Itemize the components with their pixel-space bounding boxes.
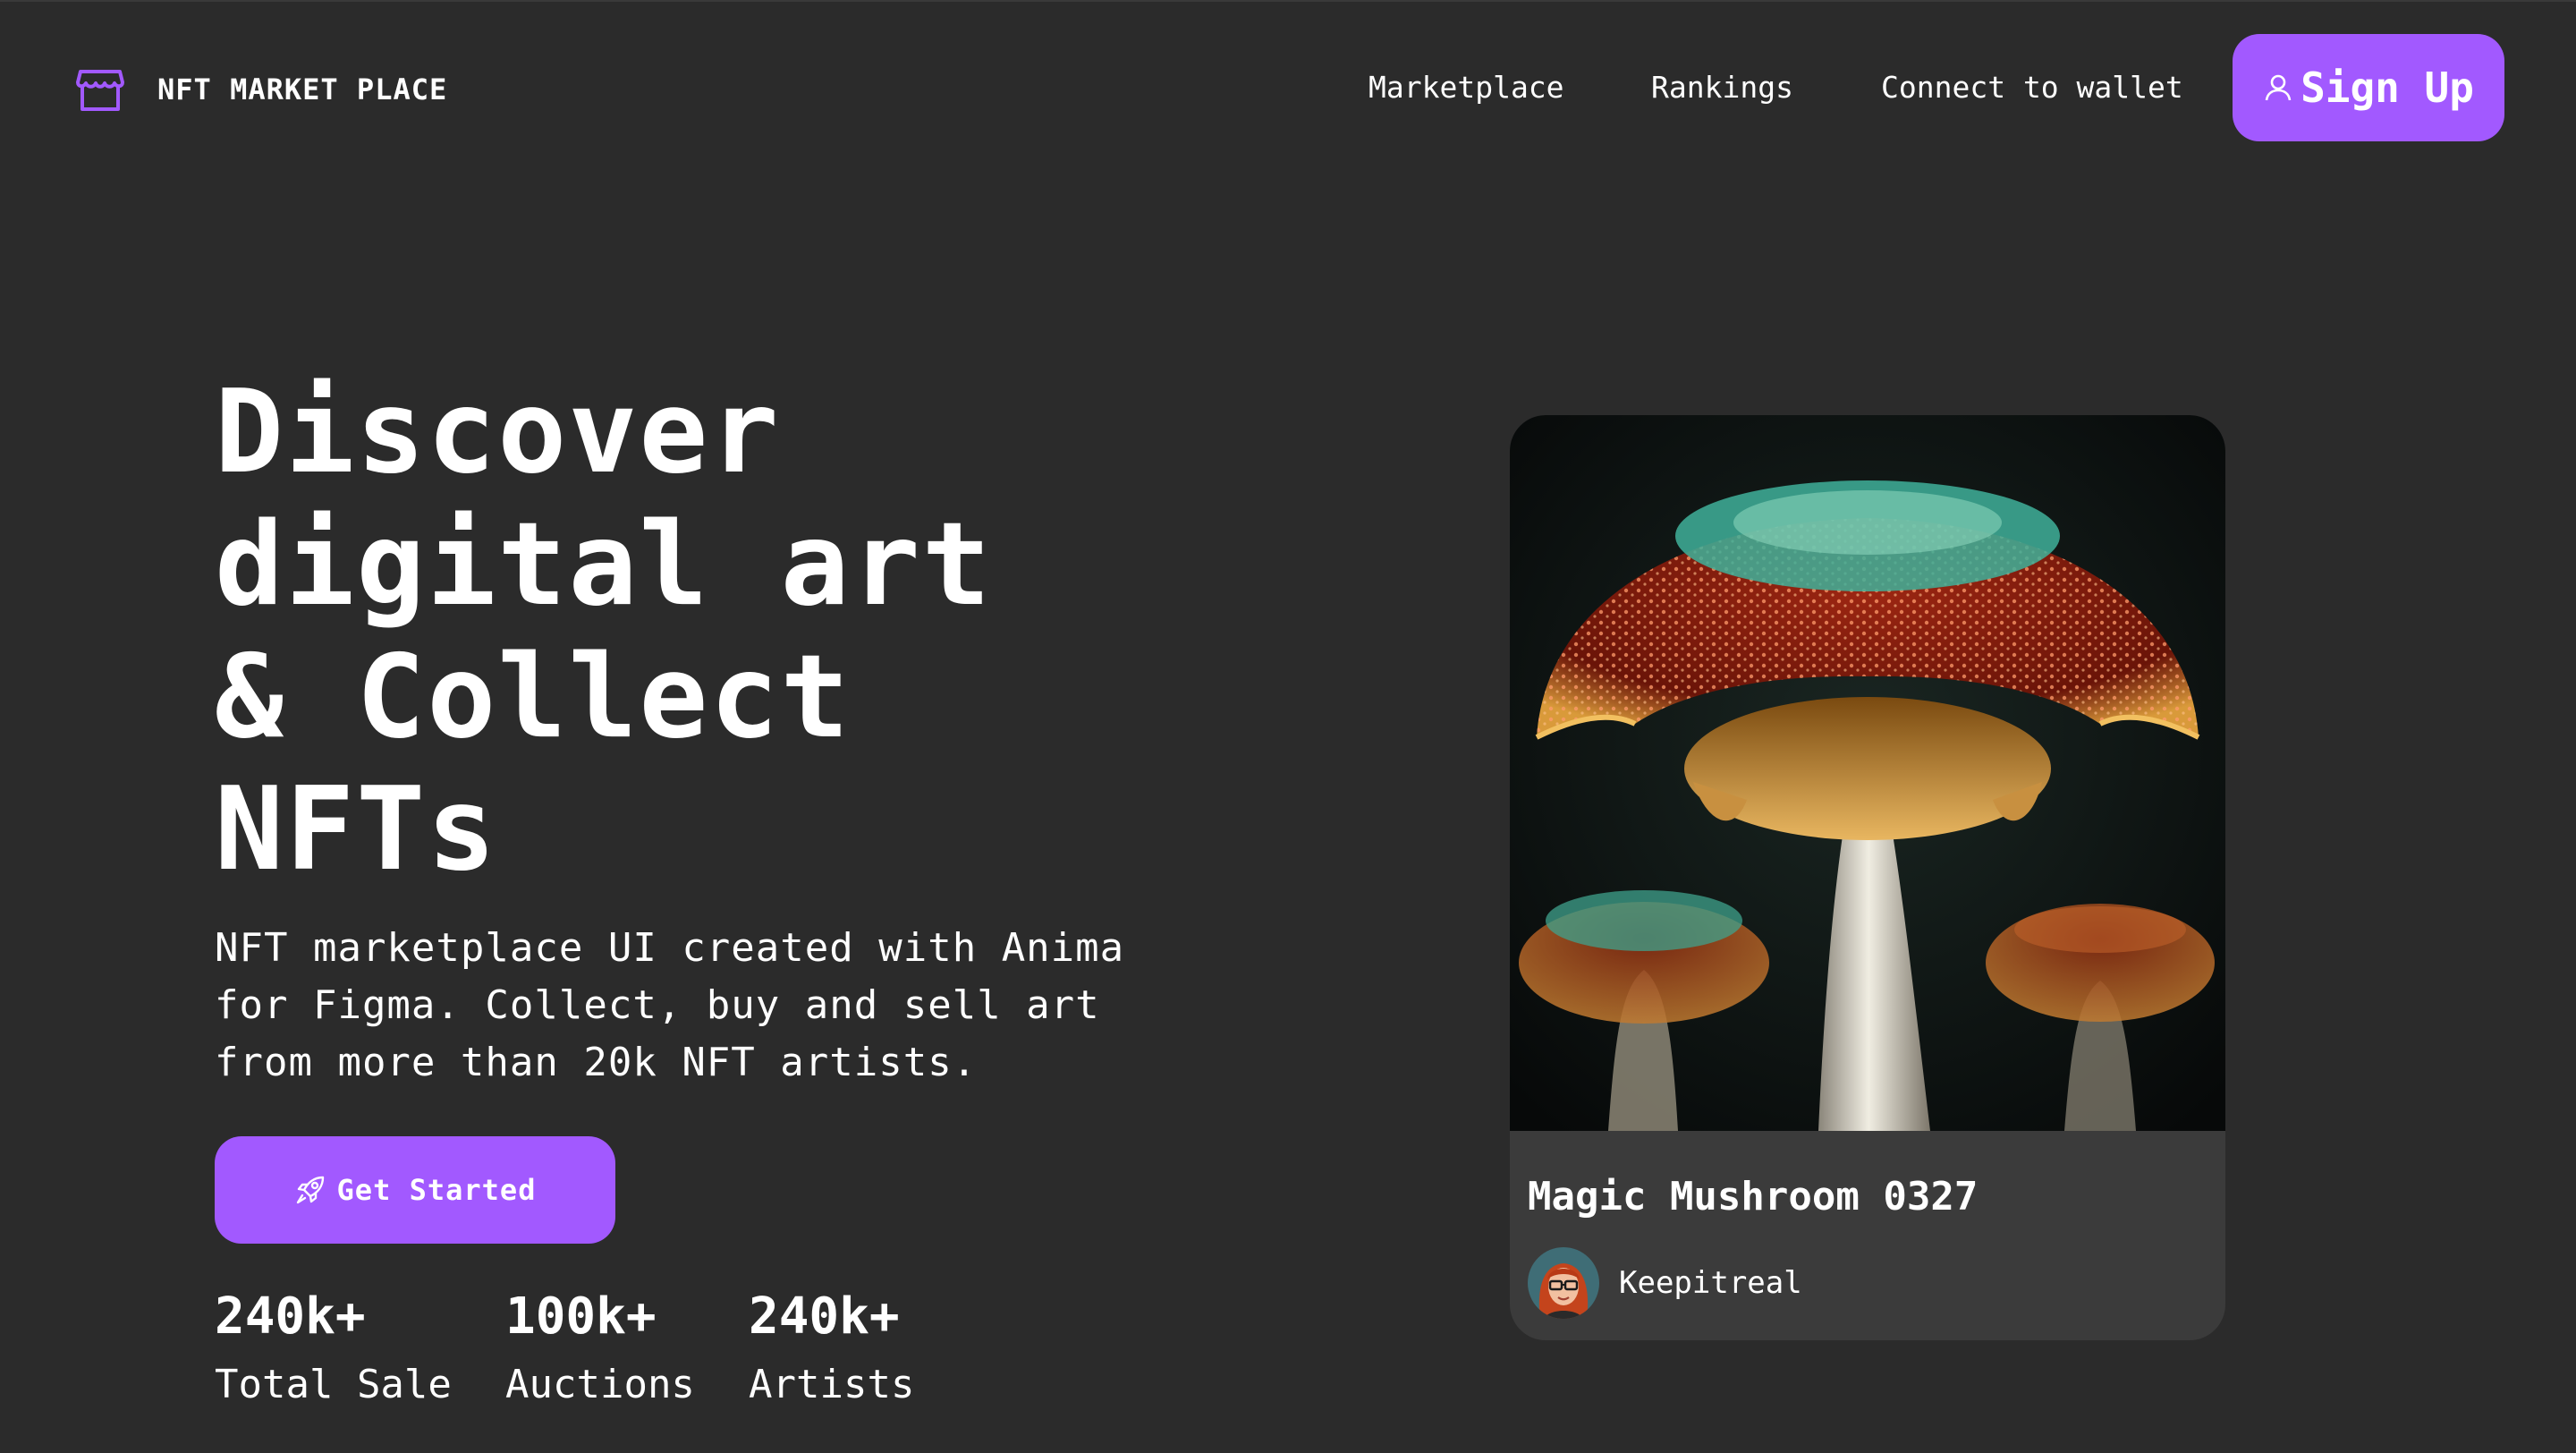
artist-name: Keepitreal [1619, 1265, 1802, 1301]
hero-title-line: digital art [215, 498, 993, 632]
hero-title-line: & Collect [215, 631, 852, 764]
artist-info[interactable]: Keepitreal [1528, 1247, 1802, 1319]
nft-artwork-image [1510, 415, 2225, 1131]
nft-title: Magic Mushroom 0327 [1528, 1174, 1979, 1219]
rocket-icon [296, 1176, 324, 1204]
nav-rankings-link[interactable]: Rankings [1651, 70, 1793, 105]
hero-title-line: Discover [215, 366, 781, 499]
hero-description-line: NFT marketplace UI created with Anima [215, 925, 1125, 971]
stat-total-sale: 240k+ Total Sale [215, 1288, 452, 1410]
featured-nft-card[interactable]: Magic Mushroom 0327 Keepitreal [1510, 415, 2225, 1340]
stat-artists: 240k+ Artists [749, 1288, 914, 1410]
stat-label: Artists [749, 1362, 915, 1407]
hero-description: NFT marketplace UI created with Anima fo… [215, 920, 1163, 1092]
get-started-label: Get Started [336, 1173, 537, 1207]
hero-description-line: for Figma. Collect, buy and sell art [215, 982, 1100, 1028]
stat-label: Auctions [505, 1362, 695, 1407]
stat-value: 240k+ [215, 1287, 366, 1346]
brand-logo[interactable]: NFT MARKET PLACE [75, 64, 447, 115]
sign-up-button[interactable]: Sign Up [2233, 34, 2504, 141]
get-started-button[interactable]: Get Started [215, 1136, 615, 1244]
nav-marketplace-link[interactable]: Marketplace [1368, 70, 1564, 105]
hero-title: Discover digital art & Collect NFTs [215, 367, 1199, 896]
stat-auctions: 100k+ Auctions [505, 1288, 695, 1410]
user-icon [2265, 74, 2292, 101]
stat-value: 100k+ [505, 1287, 657, 1346]
artist-avatar [1528, 1247, 1599, 1319]
stat-value: 240k+ [749, 1287, 900, 1346]
hero-description-line: from more than 20k NFT artists. [215, 1040, 978, 1085]
stat-label: Total Sale [215, 1362, 452, 1407]
storefront-icon [76, 70, 124, 111]
sign-up-label: Sign Up [2301, 64, 2474, 112]
hero-title-line: NFTs [215, 763, 498, 896]
brand-name: NFT MARKET PLACE [157, 72, 448, 106]
page: NFT MARKET PLACE Marketplace Rankings Co… [0, 0, 2576, 1453]
nav-connect-wallet-link[interactable]: Connect to wallet [1881, 70, 2183, 105]
top-navigation-bar: NFT MARKET PLACE Marketplace Rankings Co… [0, 2, 2576, 177]
